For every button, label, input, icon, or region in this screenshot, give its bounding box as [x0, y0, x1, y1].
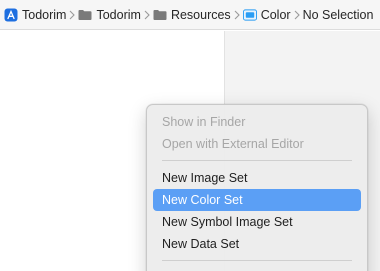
menu-item-new-data-set[interactable]: New Data Set: [153, 233, 361, 255]
menu-item-new-symbol-image-set[interactable]: New Symbol Image Set: [153, 211, 361, 233]
breadcrumb-item-group[interactable]: Todorim: [78, 0, 141, 29]
breadcrumb-item-asset-catalog[interactable]: Color: [242, 0, 291, 29]
breadcrumb-label: No Selection: [302, 7, 374, 22]
breadcrumb-label: Todorim: [96, 7, 141, 22]
menu-item-show-in-finder[interactable]: Show in Finder: [153, 111, 361, 133]
menu-item-new-color-set[interactable]: New Color Set: [153, 189, 361, 211]
chevron-right-icon: [294, 10, 300, 20]
asset-catalog-icon: [242, 8, 257, 22]
folder-icon: [153, 8, 167, 22]
breadcrumb: Todorim Todorim Resources Color No Selec…: [0, 0, 380, 30]
folder-icon: [78, 8, 92, 22]
chevron-right-icon: [234, 10, 240, 20]
menu-separator: [162, 160, 352, 161]
breadcrumb-label: Color: [260, 7, 291, 22]
breadcrumb-item-resources[interactable]: Resources: [153, 0, 231, 29]
context-menu: Show in Finder Open with External Editor…: [146, 104, 368, 271]
breadcrumb-item-project[interactable]: Todorim: [4, 0, 67, 29]
menu-item-open-with-external-editor[interactable]: Open with External Editor: [153, 133, 361, 155]
menu-separator: [162, 260, 352, 261]
breadcrumb-label: Resources: [170, 7, 231, 22]
chevron-right-icon: [144, 10, 150, 20]
chevron-right-icon: [69, 10, 76, 20]
breadcrumb-label: Todorim: [22, 7, 67, 22]
breadcrumb-item-selection[interactable]: No Selection: [302, 0, 374, 29]
app-project-icon: [4, 8, 18, 22]
menu-item-new-image-set[interactable]: New Image Set: [153, 167, 361, 189]
